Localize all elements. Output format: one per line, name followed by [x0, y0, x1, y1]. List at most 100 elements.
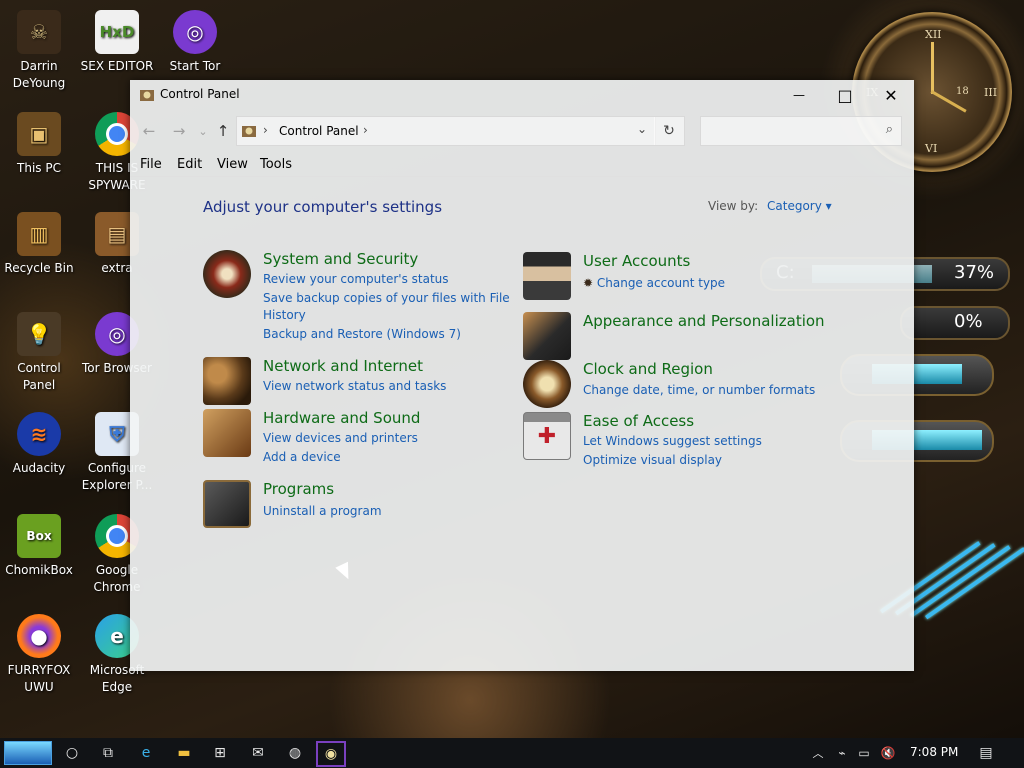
edge-icon[interactable]: e	[134, 742, 158, 764]
clock-hour-hand	[931, 42, 934, 94]
category-title[interactable]: Ease of Access	[583, 412, 694, 430]
taskbar: ○ ⧉ e ▬ ⊞ ✉ ◍ ◉ ︿ ⌁ ▭ 🔇 7:08 PM ▤	[0, 738, 1024, 768]
desktop-icon-label: This PC	[17, 161, 61, 175]
category-link[interactable]: Change date, time, or number formats	[583, 382, 815, 399]
category-link[interactable]: Let Windows suggest settings	[583, 433, 762, 450]
breadcrumb-control-panel[interactable]: Control Panel	[279, 124, 359, 138]
menu-edit[interactable]: Edit	[177, 157, 202, 172]
desktop-icon-furryfox[interactable]: ● FURRYFOX UWU	[0, 614, 78, 696]
category-link[interactable]: View devices and printers	[263, 430, 418, 447]
breadcrumb-separator[interactable]: ›	[263, 123, 268, 137]
clock-numeral: XII	[925, 28, 942, 41]
programs-icon[interactable]	[203, 480, 251, 528]
store-icon[interactable]: ⊞	[208, 742, 232, 764]
category-link[interactable]: View network status and tasks	[263, 378, 446, 395]
menu-view[interactable]: View	[217, 157, 248, 172]
forward-button[interactable]: →	[168, 120, 190, 142]
firefox-icon: ●	[17, 614, 61, 658]
secondary-gauge: 0%	[900, 306, 1010, 340]
task-view-icon[interactable]: ⧉	[96, 742, 120, 764]
tor-icon: ◎	[173, 10, 217, 54]
computer-icon: ▣	[17, 112, 61, 156]
clock-numeral: VI	[925, 142, 938, 155]
category-title[interactable]: Hardware and Sound	[263, 409, 420, 427]
breadcrumb-separator[interactable]: ›	[363, 123, 368, 137]
recent-locations-button[interactable]: ⌄	[192, 120, 214, 142]
up-button[interactable]: ↑	[212, 120, 234, 142]
control-panel-window: Control Panel — □ ✕ ← → ⌄ ↑ › Control Pa…	[130, 80, 914, 671]
network-icon[interactable]: ▭	[852, 742, 876, 764]
category-link[interactable]: Optimize visual display	[583, 452, 722, 469]
desktop-icon-label: Recycle Bin	[4, 261, 74, 275]
menu-file[interactable]: File	[140, 157, 162, 172]
minimize-button[interactable]: —	[776, 80, 822, 110]
link-text: Change account type	[596, 276, 726, 290]
category-link[interactable]: Save backup copies of your files with Fi…	[263, 290, 513, 324]
clock-numeral: III	[984, 86, 998, 99]
mail-icon[interactable]: ✉	[246, 742, 270, 764]
desktop-icon-this-pc[interactable]: ▣ This PC	[0, 112, 78, 177]
admin-shield-icon: ✹	[583, 276, 597, 290]
category-link[interactable]: Backup and Restore (Windows 7)	[263, 326, 461, 343]
desktop-icon-darrin[interactable]: ☠ Darrin DeYoung	[0, 10, 78, 92]
control-panel-icon	[139, 87, 155, 103]
file-explorer-icon[interactable]: ▬	[172, 742, 196, 764]
notification-icon[interactable]: ▤	[974, 742, 998, 764]
appearance-icon[interactable]	[523, 312, 571, 360]
chevron-up-icon[interactable]: ︿	[806, 742, 830, 764]
search-input[interactable]	[705, 121, 869, 141]
maximize-button[interactable]: □	[822, 80, 868, 110]
ease-of-access-icon[interactable]: ✚	[523, 412, 571, 460]
hardware-sound-icon[interactable]	[203, 409, 251, 457]
volume-muted-icon[interactable]: 🔇	[876, 742, 900, 764]
start-button[interactable]	[4, 741, 52, 765]
address-bar[interactable]: › Control Panel › ⌄	[236, 116, 656, 146]
control-panel-icon[interactable]: ◉	[316, 741, 346, 767]
desktop-icon-start-tor[interactable]: ◎ Start Tor	[156, 10, 234, 75]
hxd-icon: HxD	[95, 10, 139, 54]
category-link[interactable]: Review your computer's status	[263, 271, 449, 288]
clock-region-icon[interactable]	[523, 360, 571, 408]
category-title[interactable]: Network and Internet	[263, 357, 423, 375]
category-title[interactable]: User Accounts	[583, 252, 690, 270]
search-box[interactable]: ⌕	[700, 116, 902, 146]
back-button[interactable]: ←	[138, 120, 160, 142]
page-heading: Adjust your computer's settings	[203, 198, 443, 216]
chrome-icon[interactable]: ◍	[283, 742, 307, 764]
menu-tools[interactable]: Tools	[260, 157, 292, 172]
desktop-icon-sex-editor[interactable]: HxD SEX EDITOR	[78, 10, 156, 75]
menu-bar: File Edit View Tools	[130, 154, 914, 177]
desktop-icon-recycle-bin[interactable]: ▥ Recycle Bin	[0, 212, 78, 277]
skull-icon: ☠	[17, 10, 61, 54]
category-link[interactable]: ✹ Change account type	[583, 275, 725, 292]
category-title[interactable]: Programs	[263, 480, 334, 498]
view-by-label: View by:	[708, 199, 759, 213]
category-link[interactable]: Add a device	[263, 449, 341, 466]
desktop-icon-control-panel[interactable]: 💡 Control Panel	[0, 312, 78, 394]
desktop-icon-label: Audacity	[12, 461, 66, 475]
category-title[interactable]: System and Security	[263, 250, 418, 268]
desktop-icon-label: ChomikBox	[5, 563, 73, 577]
control-panel-icon	[241, 123, 257, 139]
close-button[interactable]: ✕	[868, 80, 914, 110]
cortana-circle-icon[interactable]: ○	[60, 742, 84, 764]
system-security-icon[interactable]	[203, 250, 251, 298]
search-icon[interactable]: ⌕	[886, 122, 893, 137]
desktop-icon-audacity[interactable]: ≋ Audacity	[0, 412, 78, 477]
taskbar-clock[interactable]: 7:08 PM	[910, 745, 958, 759]
network-globe-icon[interactable]	[203, 357, 251, 405]
user-accounts-icon[interactable]	[523, 252, 571, 300]
desktop-icon-chomikbox[interactable]: Box ChomikBox	[0, 514, 78, 579]
category-link[interactable]: Uninstall a program	[263, 503, 382, 520]
link-text: Save backup copies of your files with Fi…	[263, 291, 510, 322]
usb-icon[interactable]: ⌁	[830, 742, 854, 764]
lightbulb-icon: 💡	[17, 312, 61, 356]
address-dropdown-icon[interactable]: ⌄	[637, 122, 647, 136]
title-bar[interactable]: Control Panel — □ ✕	[130, 80, 914, 110]
refresh-button[interactable]: ↻	[654, 116, 685, 146]
secondary-percent: 0%	[954, 311, 983, 332]
category-title[interactable]: Appearance and Personalization	[583, 312, 825, 330]
view-by-dropdown[interactable]: Category ▾	[767, 199, 832, 213]
desktop-icon-label: Start Tor	[169, 59, 221, 73]
category-title[interactable]: Clock and Region	[583, 360, 713, 378]
